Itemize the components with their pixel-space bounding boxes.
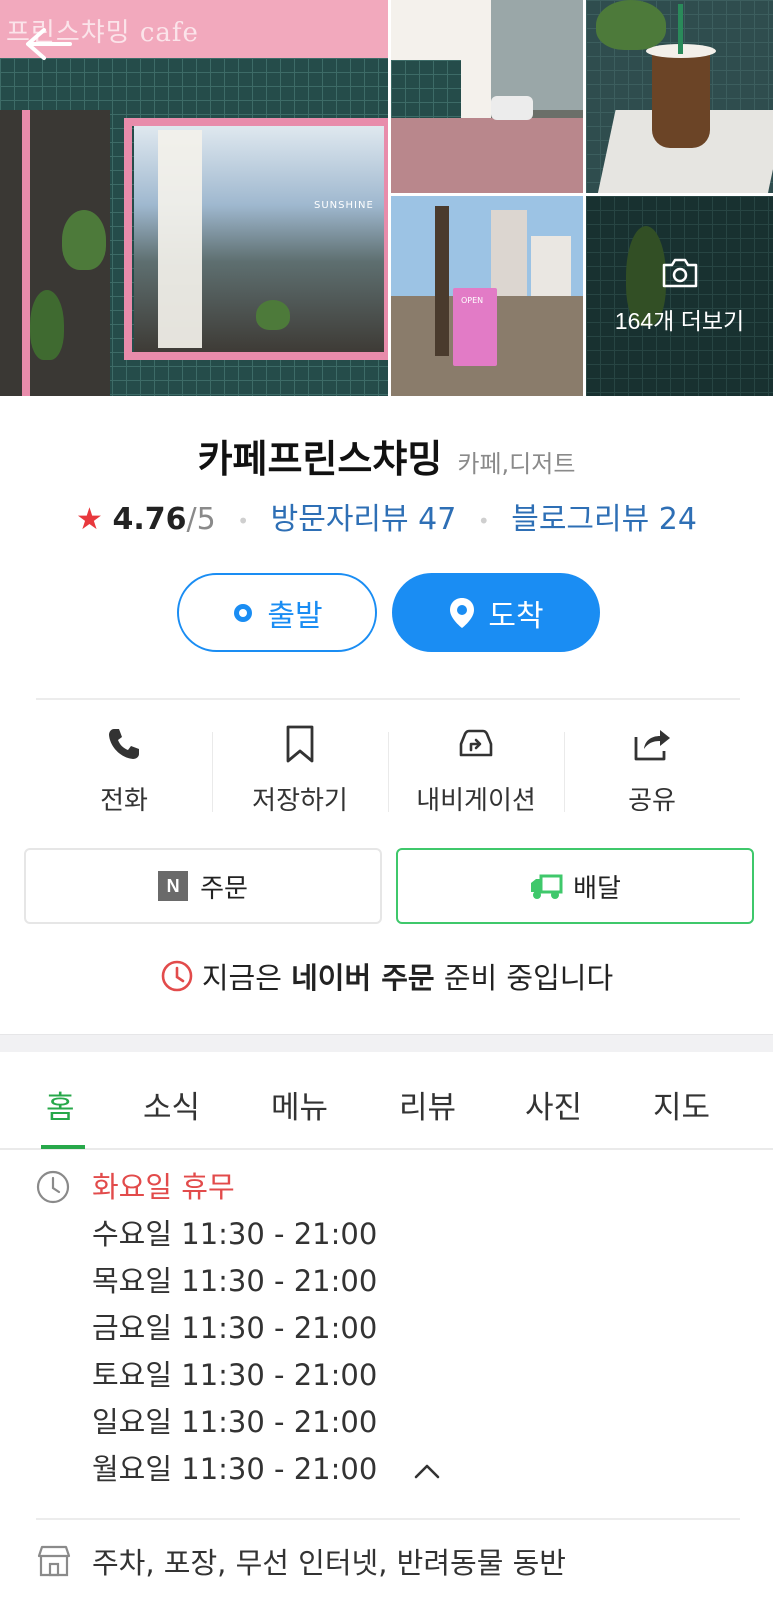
straw (678, 4, 683, 54)
more-photos-count: 164개 더보기 (614, 308, 745, 334)
camera-icon (662, 258, 697, 288)
photo-gallery: 프린스챠밍 cafe SUNSHINE OPEN 164개 더보기 (0, 0, 773, 396)
hours-row: 일요일 11:30 - 21:00 (92, 1405, 378, 1439)
divider (36, 698, 740, 700)
signboard-photo[interactable]: OPEN (391, 196, 583, 396)
main-photo[interactable]: 프린스챠밍 cafe SUNSHINE (0, 0, 388, 396)
place-title-row: 카페프린스챠밍 카페,디저트 (0, 428, 773, 483)
depart-button[interactable]: 출발 (177, 573, 377, 652)
delivery-truck-icon (531, 874, 563, 899)
share-label: 공유 (628, 786, 676, 816)
tab-photos[interactable]: 사진 (525, 1082, 582, 1127)
location-pin-icon (448, 596, 476, 630)
delivery-button[interactable]: 배달 (396, 848, 754, 924)
section-separator (0, 1034, 773, 1052)
window-text: SUNSHINE (314, 200, 374, 211)
hours-row: 토요일 11:30 - 21:00 (92, 1358, 378, 1392)
notice-prefix: 지금은 (201, 961, 292, 995)
plant (62, 210, 106, 270)
drink-photo[interactable] (586, 0, 773, 193)
door-frame (0, 110, 30, 396)
divider (36, 1518, 740, 1520)
notice-suffix: 준비 중입니다 (434, 961, 614, 995)
navigation-label: 내비게이션 (416, 786, 536, 816)
place-name: 카페프린스챠밍 (197, 437, 443, 481)
tab-bar: 홈 소식 메뉴 리뷰 사진 지도 (0, 1052, 773, 1150)
hours-row: 금요일 11:30 - 21:00 (92, 1311, 378, 1345)
street-photo[interactable] (391, 0, 583, 193)
more-photos-label: 164개 더보기 (586, 256, 773, 336)
hours-row: 수요일 11:30 - 21:00 (92, 1217, 378, 1251)
car (491, 96, 533, 120)
signboard-text: OPEN (461, 296, 484, 305)
rating-score: 4.76 (112, 502, 187, 537)
tab-news[interactable]: 소식 (143, 1082, 200, 1127)
more-photos[interactable]: 164개 더보기 (586, 196, 773, 396)
visitor-reviews-link[interactable]: 방문자리뷰 47 (271, 502, 457, 537)
tree-trunk (435, 206, 449, 356)
naver-order-button[interactable]: N 주문 (24, 848, 382, 924)
notice-bold: 네이버 주문 (291, 961, 435, 995)
call-label: 전화 (100, 786, 148, 816)
depart-label: 출발 (267, 598, 323, 634)
share-button[interactable]: 공유 (564, 722, 740, 822)
rating-max: /5 (186, 502, 216, 537)
hours-row-last: 월요일 11:30 - 21:00 (92, 1446, 441, 1488)
plant (596, 0, 666, 50)
plant (256, 300, 290, 330)
back-arrow-icon[interactable] (24, 26, 72, 62)
place-category: 카페,디저트 (457, 450, 576, 478)
share-icon (634, 730, 670, 761)
hours-closed-day: 화요일 휴무 (92, 1170, 235, 1204)
hours-row: 목요일 11:30 - 21:00 (92, 1264, 378, 1298)
navigation-button[interactable]: 내비게이션 (388, 722, 564, 822)
arrive-label: 도착 (488, 598, 544, 634)
phone-icon (109, 729, 139, 759)
tab-review[interactable]: 리뷰 (399, 1082, 456, 1127)
save-button[interactable]: 저장하기 (212, 722, 388, 822)
chevron-up-icon[interactable] (413, 1462, 441, 1480)
action-bar: 전화 저장하기 내비게이션 공유 (36, 722, 740, 822)
naver-n-icon: N (158, 871, 189, 901)
tab-menu[interactable]: 메뉴 (271, 1082, 328, 1127)
iced-coffee (652, 48, 710, 148)
separator-dot: • (477, 508, 490, 533)
bookmark-icon (286, 725, 314, 763)
sidewalk (391, 118, 583, 193)
separator-dot: • (237, 508, 250, 533)
save-label: 저장하기 (252, 786, 348, 816)
star-icon: ★ (76, 502, 103, 537)
hours-row: 월요일 11:30 - 21:00 (92, 1452, 378, 1486)
call-button[interactable]: 전화 (36, 722, 212, 822)
facilities-text: 주차, 포장, 무선 인터넷, 반려동물 동반 (92, 1546, 566, 1580)
tab-map[interactable]: 지도 (653, 1082, 710, 1127)
order-label: 주문 (200, 873, 248, 904)
delivery-label: 배달 (573, 873, 621, 904)
curtain (158, 130, 202, 348)
order-notice: 지금은 네이버 주문 준비 중입니다 (0, 955, 773, 997)
active-tab-indicator (41, 1145, 85, 1149)
clock-icon (36, 1170, 70, 1204)
store-icon (37, 1545, 71, 1577)
blog-reviews-link[interactable]: 블로그리뷰 24 (511, 502, 697, 537)
clock-icon (161, 960, 193, 992)
rating-row: ★ 4.76/5 • 방문자리뷰 47 • 블로그리뷰 24 (0, 494, 773, 538)
arrive-button[interactable]: 도착 (392, 573, 600, 652)
plant (30, 290, 64, 360)
car-navigation-icon (459, 729, 493, 757)
tab-home[interactable]: 홈 (46, 1082, 75, 1127)
depart-dot-icon (231, 601, 255, 625)
